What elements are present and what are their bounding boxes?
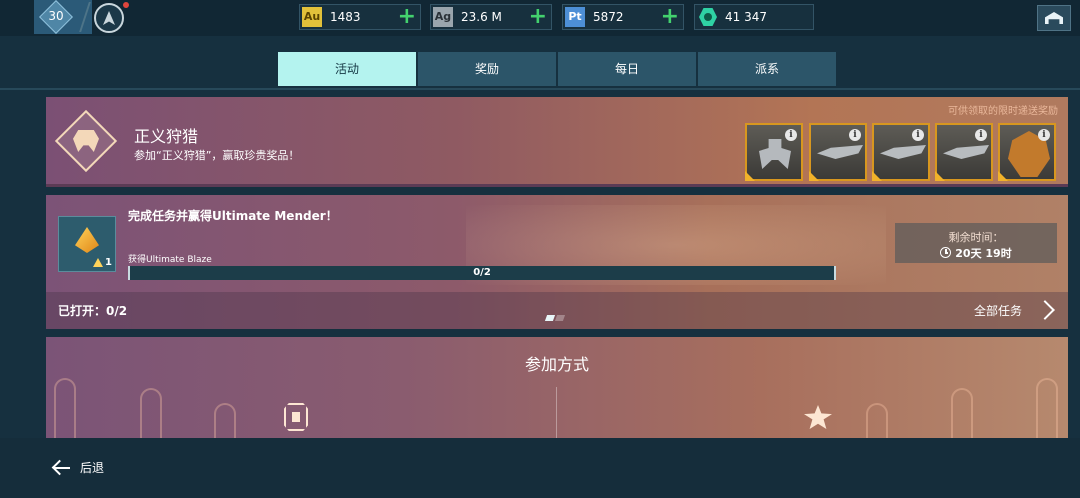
currency-silver[interactable]: Ag 23.6 M + — [430, 4, 552, 30]
info-icon[interactable]: i — [849, 129, 861, 141]
beacon-icon — [284, 403, 308, 431]
time-remaining-value: 20天 19时 — [955, 247, 1012, 260]
how-to-join-panel: 参加方式 — [46, 337, 1068, 438]
platinum-icon: Pt — [565, 7, 585, 27]
event-panel[interactable]: 正义狩猎 参加“正义狩猎”，赢取珍贵奖品！ 可供领取的限时递送奖励 i i i … — [46, 97, 1068, 187]
clock-icon — [940, 247, 952, 258]
silver-value: 23.6 M — [461, 10, 502, 24]
opened-count: 已打开：0/2 — [58, 304, 128, 318]
back-label: 后退 — [80, 461, 105, 475]
rarity-corner-icon — [998, 171, 1008, 181]
task-subtitle: 获得Ultimate Blaze — [128, 255, 212, 265]
event-title: 正义狩猎 — [134, 127, 199, 146]
reward-weapon[interactable]: i — [809, 123, 867, 181]
rarity-corner-icon — [872, 171, 882, 181]
gem-icon — [697, 7, 717, 27]
event-description: 参加“正义狩猎”，赢取珍贵奖品！ — [134, 149, 300, 162]
silver-icon: Ag — [433, 7, 453, 27]
gold-value: 1483 — [330, 10, 361, 24]
rarity-corner-icon — [745, 171, 755, 181]
item-count: 1 — [105, 257, 112, 268]
tab-underline — [0, 88, 1080, 90]
page-dot-active[interactable] — [544, 315, 556, 321]
reward-caption: 可供领取的限时递送奖励 — [948, 106, 1058, 117]
page-indicator[interactable] — [544, 306, 566, 325]
weapon-icon — [817, 145, 863, 159]
progress-text: 0/2 — [473, 267, 491, 278]
add-silver-button[interactable]: + — [529, 5, 547, 29]
hangar-icon — [1045, 12, 1063, 24]
weapon-icon — [943, 145, 989, 159]
arrow-left-icon — [52, 460, 70, 476]
platinum-value: 5872 — [593, 10, 624, 24]
tab-bar: 活动 奖励 每日 派系 — [278, 52, 836, 86]
tab-faction[interactable]: 派系 — [698, 52, 836, 86]
robot-icon — [759, 139, 791, 169]
count-triangle-icon — [93, 258, 103, 267]
decor-arch — [214, 403, 236, 438]
tab-daily[interactable]: 每日 — [558, 52, 696, 86]
time-remaining-box: 剩余时间： 20天 19时 — [895, 223, 1057, 263]
profile-emblem-icon[interactable] — [94, 3, 124, 33]
info-icon[interactable]: i — [785, 129, 797, 141]
gem-value: 41 347 — [725, 10, 767, 24]
info-icon[interactable]: i — [912, 129, 924, 141]
currency-gold[interactable]: Au 1483 + — [299, 4, 421, 30]
decor-arch — [951, 388, 973, 438]
add-gold-button[interactable]: + — [398, 5, 416, 29]
emblem-arrow-icon — [103, 11, 115, 25]
hangar-button[interactable] — [1037, 5, 1071, 31]
task-footer: 已打开：0/2 全部任务 — [46, 292, 1068, 329]
bottom-bar: 后退 — [0, 438, 1080, 498]
decor-arch — [140, 388, 162, 438]
currency-platinum[interactable]: Pt 5872 + — [562, 4, 684, 30]
task-reward-item[interactable]: 1 — [58, 216, 116, 272]
tab-rewards[interactable]: 奖励 — [418, 52, 556, 86]
tab-events[interactable]: 活动 — [278, 52, 416, 86]
reward-weapon[interactable]: i — [872, 123, 930, 181]
decor-arch — [1036, 378, 1058, 438]
top-bar: 30 Au 1483 + Ag 23.6 M + Pt 5872 + 41 34… — [0, 0, 1080, 36]
reward-pilot[interactable]: i — [998, 123, 1056, 181]
divider — [556, 387, 557, 438]
reward-weapon[interactable]: i — [935, 123, 993, 181]
decor-arch — [866, 403, 888, 438]
task-progress-bar: 0/2 — [128, 266, 836, 280]
notification-dot-icon — [123, 2, 129, 8]
currency-gem[interactable]: 41 347 — [694, 4, 814, 30]
task-title: 完成任务并赢得Ultimate Mender！ — [128, 209, 338, 223]
info-icon[interactable]: i — [1038, 129, 1050, 141]
gold-icon: Au — [302, 7, 322, 27]
join-title: 参加方式 — [524, 355, 589, 374]
info-icon[interactable]: i — [975, 129, 987, 141]
rarity-corner-icon — [935, 171, 945, 181]
player-level: 30 — [48, 9, 64, 23]
all-tasks-link[interactable]: 全部任务 — [974, 302, 1022, 319]
weapon-icon — [880, 145, 926, 159]
time-remaining-value-row: 20天 19时 — [895, 245, 1057, 261]
blaze-gem-icon — [75, 227, 99, 253]
rarity-corner-icon — [809, 171, 819, 181]
add-platinum-button[interactable]: + — [661, 5, 679, 29]
task-panel: 1 完成任务并赢得Ultimate Mender！ 获得Ultimate Bla… — [46, 195, 1068, 329]
decor-arch — [54, 378, 76, 438]
reward-robot[interactable]: i — [745, 123, 803, 181]
page-dot[interactable] — [554, 315, 566, 321]
time-remaining-label: 剩余时间： — [948, 231, 1004, 244]
star-icon — [804, 405, 832, 429]
chevron-right-icon[interactable] — [1038, 300, 1050, 320]
